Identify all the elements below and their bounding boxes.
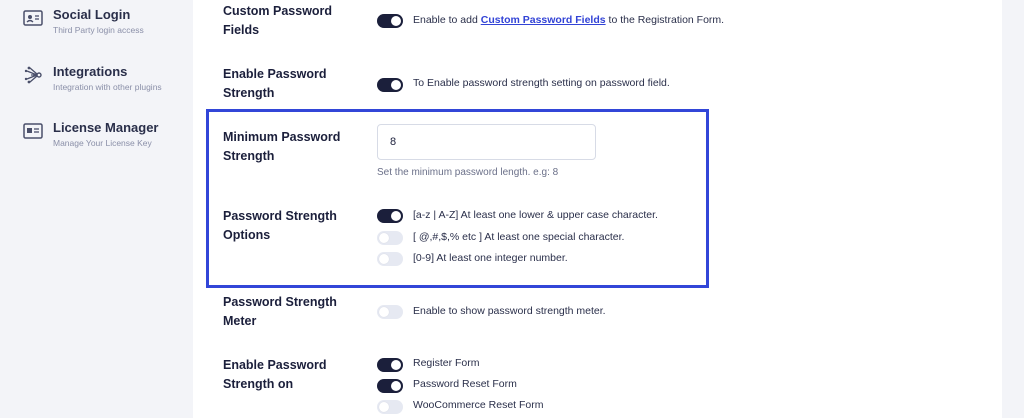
sidebar-item-subtitle: Third Party login access bbox=[53, 25, 144, 35]
integrations-icon bbox=[22, 65, 44, 85]
sidebar-item-title: License Manager bbox=[53, 120, 159, 135]
enable-password-strength-toggle[interactable] bbox=[377, 78, 403, 92]
password-strength-meter-desc: Enable to show password strength meter. bbox=[413, 305, 606, 317]
register-form-text: Register Form bbox=[413, 357, 480, 369]
enable-password-strength-label: Enable Password Strength bbox=[223, 67, 327, 100]
option-special-char-toggle[interactable] bbox=[377, 231, 403, 245]
option-special-char-text: [ @,#,$,% etc ] At least one special cha… bbox=[413, 231, 625, 243]
register-form-toggle[interactable] bbox=[377, 358, 403, 372]
enable-password-strength-on-label: Enable Password Strength on bbox=[223, 358, 327, 391]
sidebar-item-license-manager[interactable]: License Manager Manage Your License Key bbox=[22, 120, 159, 148]
password-strength-options-label: Password Strength Options bbox=[223, 209, 337, 242]
option-integer-toggle[interactable] bbox=[377, 252, 403, 266]
custom-password-fields-desc: Enable to add Custom Password Fields to … bbox=[413, 14, 725, 26]
sidebar-item-integrations[interactable]: Integrations Integration with other plug… bbox=[22, 64, 162, 92]
right-gutter bbox=[1002, 0, 1024, 418]
license-card-icon bbox=[22, 121, 44, 141]
password-reset-form-text: Password Reset Form bbox=[413, 378, 517, 390]
sidebar-item-title: Social Login bbox=[53, 7, 131, 22]
sidebar-item-subtitle: Integration with other plugins bbox=[53, 82, 162, 92]
option-upper-lower-toggle[interactable] bbox=[377, 209, 403, 223]
woocommerce-reset-form-text: WooCommerce Reset Form bbox=[413, 399, 544, 411]
sidebar-item-social-login[interactable]: Social Login Third Party login access bbox=[22, 7, 144, 35]
option-upper-lower-text: [a-z | A-Z] At least one lower & upper c… bbox=[413, 209, 658, 221]
password-strength-meter-toggle[interactable] bbox=[377, 305, 403, 319]
custom-password-fields-label: Custom Password Fields bbox=[223, 4, 333, 37]
minimum-password-length-input[interactable]: 8 bbox=[377, 124, 596, 160]
minimum-password-strength-label: Minimum Password Strength bbox=[223, 130, 341, 163]
password-reset-form-toggle[interactable] bbox=[377, 379, 403, 393]
option-integer-text: [0-9] At least one integer number. bbox=[413, 252, 568, 264]
password-strength-meter-label: Password Strength Meter bbox=[223, 295, 337, 328]
id-card-icon bbox=[22, 8, 44, 28]
custom-password-fields-link[interactable]: Custom Password Fields bbox=[481, 14, 606, 26]
sidebar-item-subtitle: Manage Your License Key bbox=[53, 138, 152, 148]
minimum-password-length-hint: Set the minimum password length. e.g: 8 bbox=[377, 167, 559, 178]
enable-password-strength-desc: To Enable password strength setting on p… bbox=[413, 77, 670, 89]
sidebar-item-title: Integrations bbox=[53, 64, 128, 79]
custom-password-fields-toggle[interactable] bbox=[377, 14, 403, 28]
woocommerce-reset-form-toggle[interactable] bbox=[377, 400, 403, 414]
sidebar: Social Login Third Party login access In… bbox=[0, 0, 193, 418]
